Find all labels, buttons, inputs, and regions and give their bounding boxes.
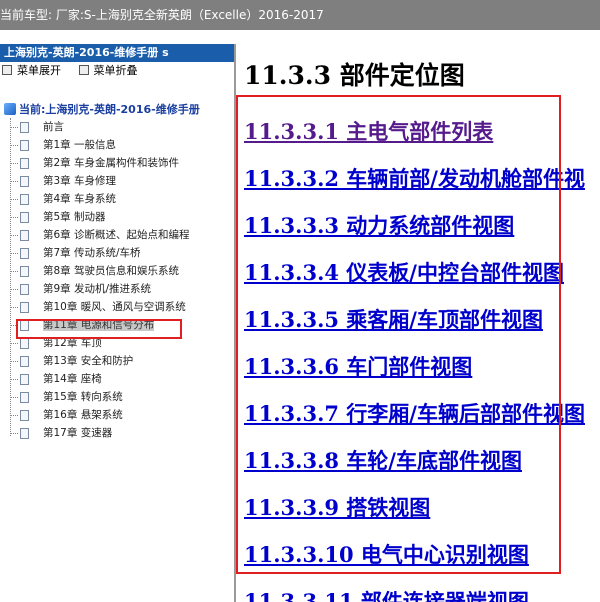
sidebar-item[interactable]: 前言 (10, 118, 64, 136)
tree-branch-line (10, 288, 18, 290)
document-icon (20, 392, 29, 403)
sidebar-item-label: 前言 (43, 121, 64, 133)
document-icon (20, 194, 29, 205)
document-icon (20, 428, 29, 439)
tree-branch-line (10, 306, 18, 308)
current-model-bar: 当前车型: 厂家:S-上海别克全新英朗（Excelle）2016-2017 (0, 0, 600, 30)
tree-branch-line (10, 198, 18, 200)
document-icon (20, 248, 29, 259)
sidebar-item-label: 第4章 车身系统 (43, 193, 117, 205)
sidebar-item-label: 第7章 传动系统/车桥 (43, 247, 141, 259)
sidebar-item[interactable]: 第16章 悬架系统 (10, 406, 123, 424)
sidebar-item[interactable]: 第1章 一般信息 (10, 136, 116, 154)
sidebar-item[interactable]: 第2章 车身金属构件和装饰件 (10, 154, 179, 172)
tree-branch-line (10, 432, 18, 434)
selected-chapter-highlight (16, 319, 182, 339)
link-list-highlight (236, 95, 561, 574)
tree-branch-line (10, 126, 18, 128)
sidebar-item-label: 第10章 暖风、通风与空调系统 (43, 301, 186, 313)
tree-branch-line (10, 342, 18, 344)
document-icon (20, 356, 29, 367)
document-icon (20, 266, 29, 277)
sidebar-item[interactable]: 第5章 制动器 (10, 208, 106, 226)
collapse-menu-button[interactable]: 菜单折叠 (78, 62, 138, 80)
document-icon (20, 284, 29, 295)
section-link[interactable]: 11.3.3.11 部件连接器端视图 (244, 586, 529, 602)
sidebar-item-label: 第16章 悬架系统 (43, 409, 123, 421)
document-icon (20, 230, 29, 241)
sidebar-item[interactable]: 第15章 转向系统 (10, 388, 123, 406)
document-icon (20, 158, 29, 169)
sidebar-item[interactable]: 第13章 安全和防护 (10, 352, 133, 370)
tree-branch-line (10, 216, 18, 218)
sidebar-item[interactable]: 第4章 车身系统 (10, 190, 116, 208)
sidebar-item-label: 第13章 安全和防护 (43, 355, 134, 367)
tree-branch-line (10, 396, 18, 398)
document-icon (20, 176, 29, 187)
tree-branch-line (10, 360, 18, 362)
sidebar-header: 上海别克-英朗-2016-维修手册 s (0, 44, 234, 62)
tree-branch-line (10, 378, 18, 380)
document-icon (20, 140, 29, 151)
current-model-text: 当前车型: 厂家:S-上海别克全新英朗（Excelle）2016-2017 (0, 8, 324, 22)
sidebar-item-label: 第15章 转向系统 (43, 391, 123, 403)
collapse-menu-label: 菜单折叠 (93, 64, 138, 77)
sidebar-item[interactable]: 第8章 驾驶员信息和娱乐系统 (10, 262, 179, 280)
tree-root[interactable]: 当前:上海别克-英朗-2016-维修手册 (4, 102, 200, 118)
sidebar-item[interactable]: 第10章 暖风、通风与空调系统 (10, 298, 186, 316)
tree-branch-line (10, 234, 18, 236)
sidebar-item-label: 第14章 座椅 (43, 373, 102, 385)
sidebar-item[interactable]: 第17章 变速器 (10, 424, 112, 442)
sidebar: 上海别克-英朗-2016-维修手册 s 菜单展开 菜单折叠 当前:上海别克-英朗… (0, 44, 236, 602)
document-icon (20, 374, 29, 385)
document-icon (20, 122, 29, 133)
content-pane: 11.3.3 部件定位图 11.3.3.1 主电气部件列表 11.3.3.2 车辆… (236, 44, 600, 602)
tree-branch-line (10, 144, 18, 146)
document-icon (20, 410, 29, 421)
sidebar-item-label: 第6章 诊断概述、起始点和编程 (43, 229, 190, 241)
sidebar-item[interactable]: 第7章 传动系统/车桥 (10, 244, 141, 262)
sidebar-toolbar: 菜单展开 菜单折叠 (0, 62, 234, 80)
tree-branch-line (10, 414, 18, 416)
sidebar-item-label: 第1章 一般信息 (43, 139, 117, 151)
sidebar-item[interactable]: 第6章 诊断概述、起始点和编程 (10, 226, 190, 244)
document-icon (20, 212, 29, 223)
sidebar-item[interactable]: 第9章 发动机/推进系统 (10, 280, 151, 298)
sidebar-item-label: 第8章 驾驶员信息和娱乐系统 (43, 265, 180, 277)
tree-branch-line (10, 270, 18, 272)
expand-menu-label: 菜单展开 (17, 64, 61, 77)
tree-root-label: 当前:上海别克-英朗-2016-维修手册 (19, 103, 200, 116)
tree-branch-line (10, 180, 18, 182)
document-icon (20, 338, 29, 349)
sidebar-item-label: 第9章 发动机/推进系统 (43, 283, 152, 295)
sidebar-item-label: 第3章 车身修理 (43, 175, 117, 187)
expand-menu-button[interactable]: 菜单展开 (2, 62, 61, 80)
document-icon (20, 302, 29, 313)
tree-branch-line (10, 162, 18, 164)
sidebar-item[interactable]: 第3章 车身修理 (10, 172, 116, 190)
sidebar-item[interactable]: 第14章 座椅 (10, 370, 102, 388)
sidebar-item-label: 第17章 变速器 (43, 427, 113, 439)
expand-icon (2, 65, 12, 75)
page-title: 11.3.3 部件定位图 (244, 61, 465, 90)
sidebar-item-label: 第5章 制动器 (43, 211, 106, 223)
tree-branch-line (10, 252, 18, 254)
sidebar-item-label: 第2章 车身金属构件和装饰件 (43, 157, 180, 169)
collapse-icon (78, 65, 89, 75)
manual-icon (4, 103, 16, 115)
